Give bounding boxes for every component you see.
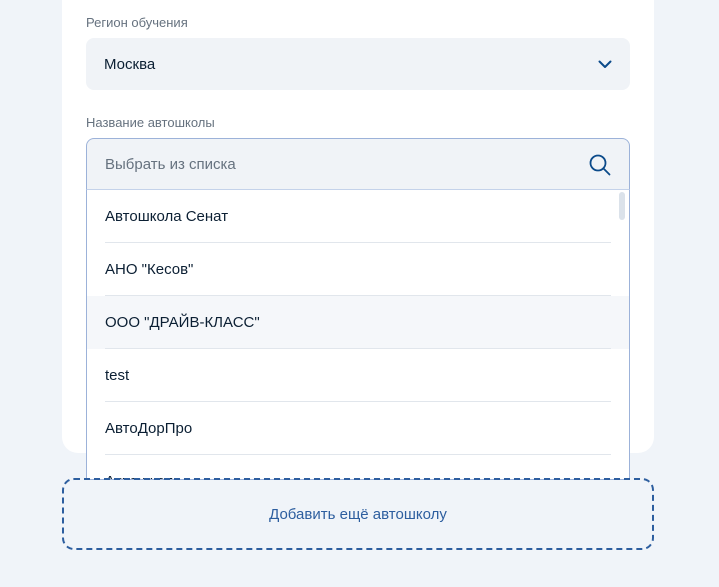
chevron-down-icon: [598, 60, 612, 69]
list-item[interactable]: ООО "ДРАЙВ-КЛАСС": [87, 296, 629, 349]
school-search-input[interactable]: [105, 156, 589, 173]
list-item[interactable]: АвтоДорПро: [87, 402, 629, 455]
scrollbar[interactable]: [619, 192, 625, 220]
school-search-field[interactable]: [86, 138, 630, 190]
list-item[interactable]: Автошкола Сенат: [87, 190, 629, 243]
list-item[interactable]: test: [87, 349, 629, 402]
region-label: Регион обучения: [86, 15, 188, 30]
add-school-label: Добавить ещё автошколу: [269, 505, 447, 523]
search-icon[interactable]: [589, 154, 611, 176]
region-select[interactable]: Москва: [86, 38, 630, 90]
school-dropdown-list[interactable]: Автошкола Сенат АНО "Кесов" ООО "ДРАЙВ-К…: [86, 189, 630, 480]
add-school-button[interactable]: Добавить ещё автошколу: [62, 478, 654, 550]
region-value: Москва: [104, 55, 156, 73]
list-item[interactable]: Автошкола: [87, 455, 629, 479]
school-label: Название автошколы: [86, 115, 215, 130]
list-item[interactable]: АНО "Кесов": [87, 243, 629, 296]
